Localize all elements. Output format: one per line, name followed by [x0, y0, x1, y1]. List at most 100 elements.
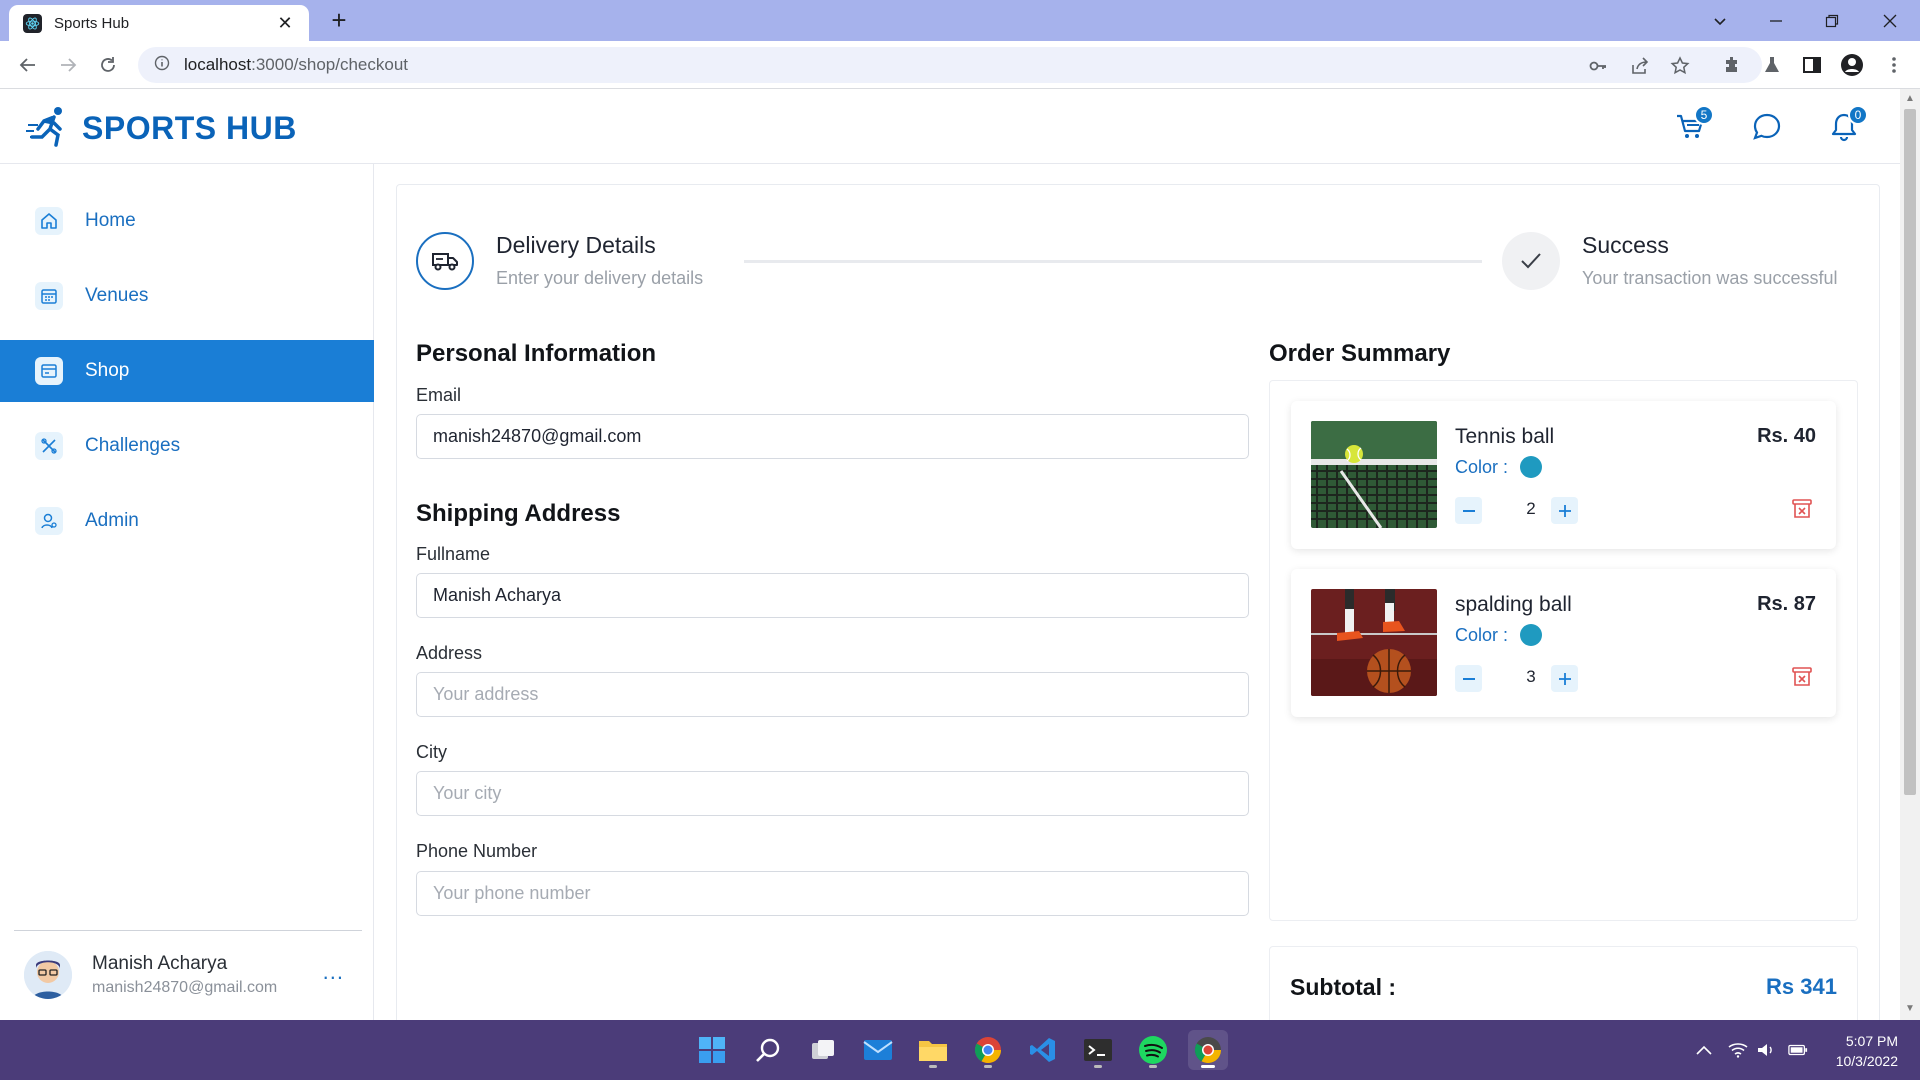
item-color: Color : [1455, 624, 1543, 646]
share-icon[interactable] [1630, 56, 1650, 76]
order-summary-title: Order Summary [1269, 340, 1451, 367]
spalding-ball-image [1311, 589, 1437, 696]
color-swatch[interactable] [1520, 624, 1543, 646]
forward-icon[interactable] [54, 51, 82, 79]
remove-item-trash-icon[interactable] [1788, 663, 1816, 691]
user-profile[interactable]: Manish Acharya manish24870@gmail.com ... [24, 945, 364, 1005]
running-indicator [984, 1065, 992, 1068]
sidebar-item-home[interactable]: Home [0, 190, 374, 252]
scroll-up-arrow-icon[interactable]: ▲ [1904, 93, 1916, 105]
spotify-icon[interactable] [1133, 1030, 1173, 1070]
browser-toolbar: localhost:3000/shop/checkout [0, 41, 1920, 89]
scroll-down-arrow-icon[interactable]: ▼ [1904, 1003, 1916, 1015]
phone-field[interactable] [416, 871, 1249, 916]
home-icon [35, 207, 63, 235]
decrease-quantity-button[interactable] [1455, 497, 1482, 524]
color-swatch[interactable] [1520, 456, 1543, 478]
close-tab-icon[interactable]: ✕ [275, 13, 295, 34]
sidebar-item-label: Admin [85, 510, 139, 531]
step-subtitle-delivery: Enter your delivery details [496, 268, 704, 288]
chat-icon[interactable] [1751, 111, 1783, 143]
email-field[interactable] [416, 414, 1249, 459]
quantity-value: 3 [1526, 667, 1536, 686]
cart-item: Tennis ball Rs. 40 Color : 2 [1291, 401, 1836, 549]
address-bar[interactable]: localhost:3000/shop/checkout [138, 47, 1762, 83]
remove-item-trash-icon[interactable] [1788, 495, 1816, 523]
new-tab-button[interactable]: + [325, 6, 353, 34]
address-field[interactable] [416, 672, 1249, 717]
page-scrollbar[interactable]: ▲ ▼ [1900, 89, 1920, 1020]
minimize-button[interactable] [1748, 0, 1804, 41]
chrome-dev-icon[interactable] [1188, 1030, 1228, 1070]
extensions-icon[interactable] [1720, 53, 1744, 77]
increase-quantity-button[interactable] [1551, 497, 1578, 524]
fullname-label: Fullname [416, 544, 491, 564]
chevron-up-icon[interactable] [1694, 1040, 1714, 1060]
fullname-field[interactable] [416, 573, 1249, 618]
avatar [24, 951, 72, 999]
task-view-icon[interactable] [803, 1030, 843, 1070]
card-icon [35, 357, 63, 385]
browser-tabstrip: Sports Hub ✕ + [0, 0, 1920, 41]
cart-item: spalding ball Rs. 87 Color : 3 [1291, 569, 1836, 717]
logo[interactable]: SPORTS HUB [26, 105, 297, 152]
increase-quantity-button[interactable] [1551, 665, 1578, 692]
item-color: Color : [1455, 456, 1543, 478]
mail-icon[interactable] [858, 1030, 898, 1070]
close-window-button[interactable] [1862, 0, 1918, 41]
color-label: Color : [1455, 456, 1509, 477]
labs-flask-icon[interactable] [1760, 53, 1784, 77]
chrome-icon[interactable] [968, 1030, 1008, 1070]
browser-tab[interactable]: Sports Hub ✕ [9, 5, 309, 41]
file-explorer-icon[interactable] [913, 1030, 953, 1070]
react-icon [23, 13, 42, 33]
shipping-address-title: Shipping Address [416, 500, 621, 527]
search-icon[interactable] [748, 1030, 788, 1070]
item-name: spalding ball [1455, 593, 1572, 616]
sidebar-item-challenges[interactable]: Challenges [0, 415, 374, 477]
sidebar-item-shop[interactable]: Shop [0, 340, 374, 402]
sidebar-item-label: Challenges [85, 435, 181, 456]
user-email: manish24870@gmail.com [92, 979, 278, 996]
brand-name: SPORTS HUB [82, 110, 297, 146]
sidebar-item-venues[interactable]: Venues [0, 265, 374, 327]
key-icon[interactable] [1588, 56, 1608, 76]
sidebar-item-admin[interactable]: Admin [0, 490, 374, 552]
terminal-icon[interactable] [1078, 1030, 1118, 1070]
volume-icon[interactable] [1756, 1040, 1776, 1060]
browser-menu-icon[interactable] [1882, 53, 1906, 77]
scroll-thumb[interactable] [1904, 109, 1916, 795]
step-title-delivery: Delivery Details [496, 232, 656, 258]
back-icon[interactable] [14, 51, 42, 79]
battery-icon[interactable] [1788, 1040, 1808, 1060]
subtotal-panel: Subtotal : Rs 341 [1269, 946, 1858, 1026]
windows-start-icon[interactable] [692, 1030, 732, 1070]
running-indicator [1094, 1065, 1102, 1068]
sidebar-divider [14, 930, 362, 931]
cart-icon[interactable]: 5 [1674, 105, 1714, 143]
side-panel-icon[interactable] [1800, 53, 1824, 77]
running-indicator [929, 1065, 937, 1068]
info-icon[interactable] [154, 55, 170, 76]
clock-date: 10/3/2022 [1835, 1053, 1898, 1069]
profile-icon[interactable] [1840, 53, 1864, 77]
address-label: Address [416, 643, 483, 663]
more-options-icon[interactable]: ... [323, 959, 344, 985]
tab-search-icon[interactable] [1692, 0, 1748, 41]
decrease-quantity-button[interactable] [1455, 665, 1482, 692]
wifi-icon[interactable] [1728, 1040, 1748, 1060]
item-price: Rs. 40 [1757, 425, 1816, 447]
step-connector [744, 260, 1482, 263]
sidebar-item-label: Venues [85, 285, 149, 306]
tools-icon [35, 432, 63, 460]
delivery-step-icon [416, 232, 474, 290]
city-field[interactable] [416, 771, 1249, 816]
restore-button[interactable] [1804, 0, 1860, 41]
reload-icon[interactable] [94, 51, 122, 79]
item-price: Rs. 87 [1757, 593, 1816, 615]
calendar-icon [35, 282, 63, 310]
vscode-icon[interactable] [1023, 1030, 1063, 1070]
bookmark-star-icon[interactable] [1670, 56, 1690, 76]
system-clock[interactable]: 5:07 PM 10/3/2022 [1818, 1031, 1898, 1071]
bell-icon[interactable]: 0 [1828, 105, 1868, 143]
